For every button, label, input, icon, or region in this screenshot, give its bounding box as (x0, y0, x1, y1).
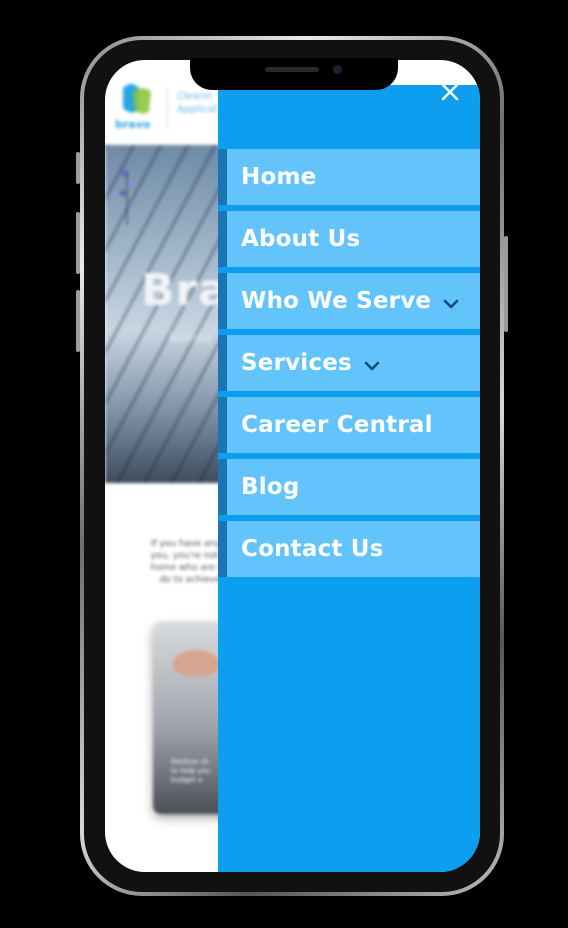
menu-item-services[interactable]: Services (218, 335, 480, 391)
chevron-down-icon[interactable] (443, 298, 459, 310)
menu-item-label: Who We Serve (241, 288, 432, 314)
menu-item-about-us[interactable]: About Us (218, 211, 480, 267)
power-button (504, 236, 508, 332)
menu-item-label: About Us (241, 226, 361, 252)
flower-decoration (120, 169, 134, 225)
chevron-down-icon[interactable] (364, 360, 380, 372)
menu-item-label: Blog (241, 474, 300, 500)
earpiece-speaker (265, 67, 319, 72)
menu-item-edge (218, 149, 227, 205)
menu-item-label: Services (241, 350, 352, 376)
menu-item-edge (218, 335, 227, 391)
phone-screen: bravo Clearin Applicat Bra Numbe If you … (105, 60, 480, 872)
close-menu-button[interactable] (438, 80, 462, 104)
menu-item-label: Contact Us (241, 536, 384, 562)
menu-item-contact-us[interactable]: Contact Us (218, 521, 480, 577)
close-icon (441, 83, 459, 101)
hand-image (173, 650, 219, 676)
phone-notch (190, 58, 398, 90)
hero-subtitle: Numbe (169, 331, 213, 345)
tagline-line: Applicat (177, 104, 218, 115)
menu-item-home[interactable]: Home (218, 149, 480, 205)
menu-item-edge (218, 273, 227, 329)
menu-item-edge (218, 521, 227, 577)
menu-item-edge (218, 459, 227, 515)
mute-switch (76, 152, 80, 184)
menu-item-blog[interactable]: Blog (218, 459, 480, 515)
bravo-logo-icon (123, 84, 151, 114)
hero-title: Bra (141, 265, 229, 316)
menu-item-edge (218, 397, 227, 453)
volume-up-button (76, 212, 80, 274)
logo-divider (167, 88, 168, 130)
volume-down-button (76, 290, 80, 352)
front-camera (333, 65, 342, 74)
site-tagline: Clearin Applicat (177, 90, 218, 116)
menu-item-edge (218, 211, 227, 267)
nav-menu: Home About Us Who We Serve Services Care… (218, 149, 480, 583)
logo-text: bravo (115, 118, 151, 131)
menu-item-who-we-serve[interactable]: Who We Serve (218, 273, 480, 329)
menu-item-career-central[interactable]: Career Central (218, 397, 480, 453)
menu-item-label: Career Central (241, 412, 433, 438)
tagline-line: Clearin (177, 91, 213, 102)
menu-item-label: Home (241, 164, 317, 190)
